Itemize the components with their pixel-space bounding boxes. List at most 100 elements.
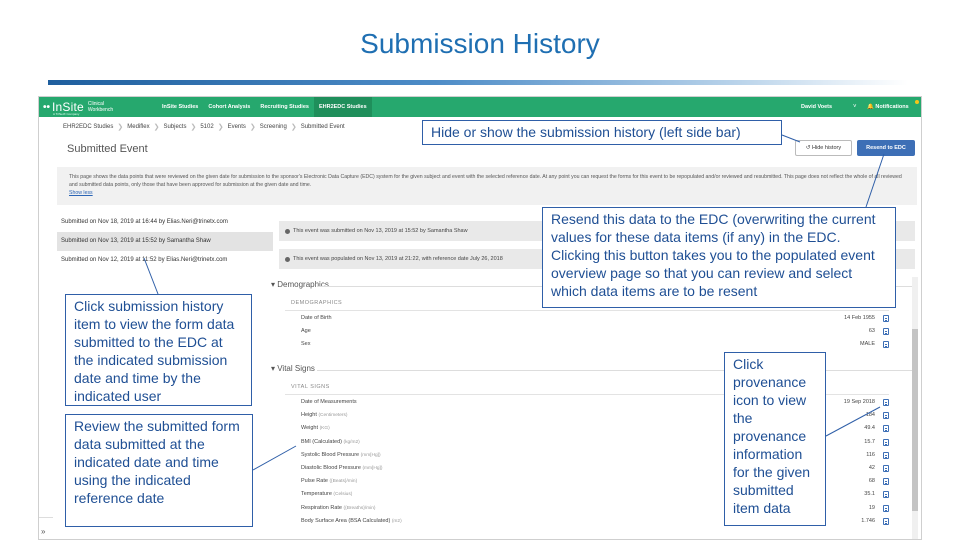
- field-row: Date of Birth 14 Feb 1955: [301, 312, 893, 325]
- subsection-demographics: DEMOGRAPHICS: [291, 300, 343, 306]
- nav-ehr2edc-studies[interactable]: EHR2EDC Studies: [313, 97, 372, 117]
- provenance-icon[interactable]: [883, 315, 889, 322]
- field-value: 14 Feb 1955: [844, 315, 875, 321]
- content-scrollbar[interactable]: [912, 277, 918, 539]
- breadcrumb-subjects[interactable]: Subjects: [159, 124, 190, 130]
- breadcrumb-ehr2edc[interactable]: EHR2EDC Studies: [59, 124, 117, 130]
- scroll-thumb[interactable]: [912, 329, 918, 511]
- field-unit: (mm[Hg]): [360, 452, 381, 458]
- logo-subtitle: Clinical Workbench: [88, 101, 113, 113]
- field-label: Temperature (Celsius): [301, 491, 353, 498]
- provenance-icon[interactable]: [883, 425, 889, 433]
- field-value: 19 Sep 2018: [843, 399, 875, 405]
- provenance-icon[interactable]: [883, 517, 889, 525]
- history-item-selected[interactable]: Submitted on Nov 13, 2019 at 15:52 by Sa…: [57, 232, 273, 251]
- field-label: Pulse Rate ({Beats}/min): [301, 478, 358, 485]
- submitted-info-text: This event was submitted on Nov 13, 2019…: [293, 228, 468, 234]
- section-demographics-toggle[interactable]: ▾ Demographics: [271, 280, 329, 289]
- field-value: 116: [866, 451, 875, 458]
- nav-insite-studies[interactable]: InSite Studies: [157, 97, 203, 117]
- provenance-icon[interactable]: [883, 328, 889, 335]
- nav-recruiting-studies[interactable]: Recruiting Studies: [255, 97, 314, 117]
- logo-tagline: A TriNetX Company: [53, 112, 80, 116]
- logo-sub-line2: Workbench: [87, 107, 114, 113]
- field-label: Weight (KG): [301, 425, 330, 432]
- user-menu[interactable]: David Voets: [801, 97, 832, 117]
- nav-cohort-analysis[interactable]: Cohort Analysis: [203, 97, 255, 117]
- provenance-icon[interactable]: [883, 438, 889, 446]
- info-icon: [285, 228, 290, 234]
- breadcrumb-events[interactable]: Events: [224, 124, 250, 130]
- field-value: 35.1: [864, 491, 875, 498]
- field-value: 184: [865, 412, 875, 419]
- field-unit: (mm[Hg]): [362, 466, 383, 471]
- callout-provenance: Click provenance icon to view the proven…: [724, 352, 826, 526]
- field-value: 1.746: [861, 517, 875, 524]
- provenance-icon[interactable]: [883, 465, 889, 472]
- field-label: BMI (Calculated) (kg/m2): [301, 438, 360, 445]
- field-label: Date of Birth: [301, 315, 332, 321]
- field-value: 19: [868, 504, 875, 511]
- provenance-icon[interactable]: [883, 341, 889, 348]
- page-description: This page shows the data points that wer…: [57, 167, 917, 205]
- field-row: Age 63: [301, 325, 893, 338]
- slide-title: Submission History: [360, 28, 600, 59]
- provenance-icon[interactable]: [883, 451, 889, 459]
- field-label: Body Surface Area (BSA Calculated) (m2): [301, 517, 402, 524]
- description-text: This page shows the data points that wer…: [69, 174, 902, 188]
- info-icon: [285, 256, 290, 262]
- notifications-button[interactable]: 🔔 Notifications: [867, 97, 909, 117]
- field-row: Sex MALE: [301, 338, 893, 351]
- field-label: Systolic Blood Pressure (mm[Hg]): [301, 451, 381, 458]
- callout-click-history-item: Click submission history item to view th…: [65, 294, 252, 406]
- provenance-icon[interactable]: [883, 478, 889, 486]
- field-value: 68: [868, 478, 875, 485]
- provenance-icon[interactable]: [883, 399, 889, 406]
- subsection-divider: [285, 310, 889, 311]
- provenance-icon[interactable]: [883, 412, 889, 420]
- field-label: Diastolic Blood Pressure (mm[Hg]): [301, 465, 383, 471]
- field-label: Age: [301, 328, 311, 334]
- field-unit: (Centimeters): [318, 413, 348, 419]
- field-label: Date of Measurements: [301, 399, 357, 405]
- logo-dots-icon: ••: [43, 101, 51, 113]
- provenance-icon[interactable]: [883, 504, 889, 512]
- breadcrumb-screening[interactable]: Screening: [256, 124, 291, 130]
- breadcrumb-subject-id[interactable]: 5102: [196, 124, 217, 130]
- field-unit: (Celsius): [333, 492, 353, 498]
- history-item[interactable]: Submitted on Nov 18, 2019 at 16:44 by El…: [57, 213, 273, 232]
- field-value: MALE: [860, 341, 875, 347]
- field-value: 49.4: [864, 425, 875, 432]
- subsection-vital-signs: VITAL SIGNS: [291, 384, 330, 390]
- field-unit: ({Beats}/min): [329, 479, 358, 485]
- breadcrumb-current: Submitted Event: [300, 124, 345, 130]
- provenance-icon[interactable]: [883, 491, 889, 499]
- field-unit: (m2): [391, 518, 402, 524]
- history-item[interactable]: Submitted on Nov 12, 2019 at 11:52 by El…: [57, 251, 273, 270]
- slide: Submission History •• InSite Clinical Wo…: [0, 0, 960, 540]
- field-unit: ({Breaths}/min): [343, 505, 376, 511]
- page-title: Submitted Event: [67, 143, 148, 155]
- field-unit: (kg/m2): [343, 439, 360, 445]
- main-nav: InSite Studies Cohort Analysis Recruitin…: [157, 97, 372, 117]
- field-unit: (KG): [319, 426, 330, 432]
- callout-review-form: Review the submitted form data submitted…: [65, 414, 253, 527]
- field-label: Respiration Rate ({Breaths}/min): [301, 504, 376, 511]
- section-vital-signs-toggle[interactable]: ▾ Vital Signs: [271, 364, 315, 373]
- top-navbar: •• InSite Clinical Workbench A TriNetX C…: [39, 97, 921, 117]
- field-value: 42: [868, 465, 875, 471]
- chevron-down-icon[interactable]: ˅: [853, 97, 857, 117]
- notification-dot-icon: [915, 100, 919, 104]
- resend-to-edc-button[interactable]: Resend to EDC: [857, 140, 915, 156]
- breadcrumb-study[interactable]: Mediflex: [123, 124, 153, 130]
- callout-resend: Resend this data to the EDC (overwriting…: [542, 207, 896, 308]
- callout-hide-history: Hide or show the submission history (lef…: [422, 120, 782, 145]
- field-value: 15.7: [864, 438, 875, 445]
- expand-sidebar-icon[interactable]: »: [41, 527, 45, 536]
- populated-info-text: This event was populated on Nov 13, 2019…: [293, 256, 503, 262]
- show-less-link[interactable]: Show less: [69, 190, 93, 196]
- field-label: Sex: [301, 341, 311, 347]
- hide-history-button[interactable]: ↺ Hide history: [795, 140, 852, 156]
- title-rule: [48, 80, 908, 85]
- field-value: 63: [868, 328, 875, 334]
